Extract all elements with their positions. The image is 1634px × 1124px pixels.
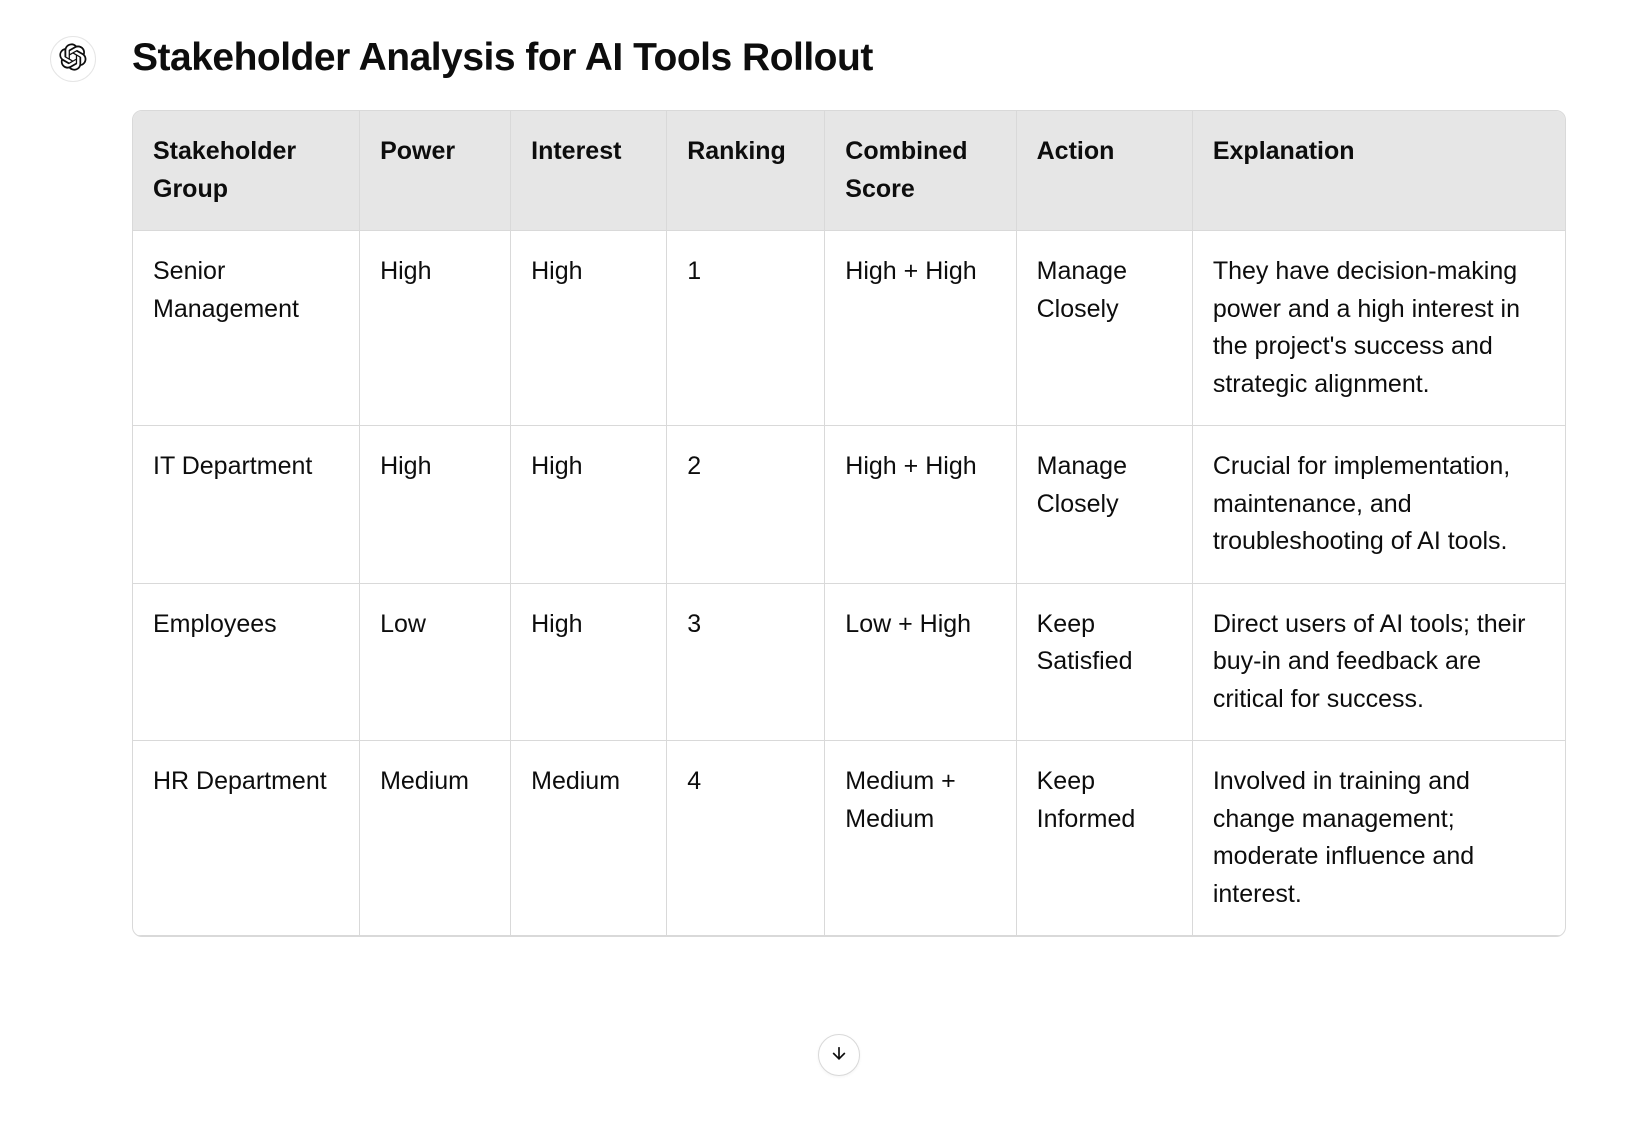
cell-explanation: Involved in training and change manageme… (1192, 741, 1565, 936)
cell-power: High (360, 231, 511, 426)
cell-ranking: 4 (667, 741, 825, 936)
cell-explanation: Direct users of AI tools; their buy-in a… (1192, 583, 1565, 741)
col-header-group: Stakeholder Group (133, 111, 360, 231)
document-container: Stakeholder Analysis for AI Tools Rollou… (0, 0, 1634, 937)
table-row: HR Department Medium Medium 4 Medium + M… (133, 741, 1565, 936)
cell-power: Medium (360, 741, 511, 936)
cell-interest: High (511, 231, 667, 426)
col-header-action: Action (1016, 111, 1192, 231)
scroll-down-button[interactable] (818, 1034, 860, 1076)
cell-ranking: 3 (667, 583, 825, 741)
cell-score: High + High (825, 231, 1016, 426)
page-title: Stakeholder Analysis for AI Tools Rollou… (132, 36, 1634, 80)
stakeholder-table-wrapper: Stakeholder Group Power Interest Ranking… (132, 110, 1566, 937)
cell-score: Low + High (825, 583, 1016, 741)
cell-explanation: They have decision-making power and a hi… (1192, 231, 1565, 426)
cell-ranking: 1 (667, 231, 825, 426)
col-header-score: Combined Score (825, 111, 1016, 231)
table-row: Employees Low High 3 Low + High Keep Sat… (133, 583, 1565, 741)
col-header-ranking: Ranking (667, 111, 825, 231)
col-header-power: Power (360, 111, 511, 231)
cell-explanation: Crucial for implementation, maintenance,… (1192, 426, 1565, 584)
document-content: Stakeholder Analysis for AI Tools Rollou… (132, 36, 1634, 937)
cell-score: Medium + Medium (825, 741, 1016, 936)
cell-action: Keep Informed (1016, 741, 1192, 936)
cell-action: Manage Closely (1016, 426, 1192, 584)
cell-power: Low (360, 583, 511, 741)
cell-score: High + High (825, 426, 1016, 584)
table-row: Senior Management High High 1 High + Hig… (133, 231, 1565, 426)
stakeholder-table: Stakeholder Group Power Interest Ranking… (133, 111, 1565, 936)
cell-interest: High (511, 583, 667, 741)
cell-power: High (360, 426, 511, 584)
col-header-interest: Interest (511, 111, 667, 231)
cell-action: Manage Closely (1016, 231, 1192, 426)
openai-logo-icon (59, 43, 87, 76)
cell-interest: High (511, 426, 667, 584)
assistant-avatar (50, 36, 96, 82)
col-header-explanation: Explanation (1192, 111, 1565, 231)
cell-group: Employees (133, 583, 360, 741)
cell-ranking: 2 (667, 426, 825, 584)
table-row: IT Department High High 2 High + High Ma… (133, 426, 1565, 584)
cell-interest: Medium (511, 741, 667, 936)
cell-group: HR Department (133, 741, 360, 936)
cell-action: Keep Satisfied (1016, 583, 1192, 741)
arrow-down-icon (829, 1043, 849, 1068)
cell-group: Senior Management (133, 231, 360, 426)
table-header-row: Stakeholder Group Power Interest Ranking… (133, 111, 1565, 231)
cell-group: IT Department (133, 426, 360, 584)
